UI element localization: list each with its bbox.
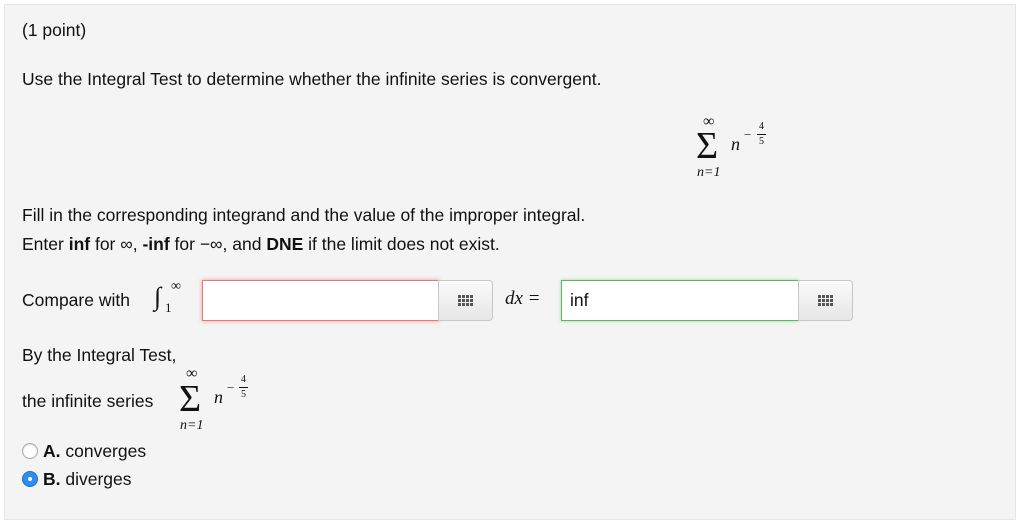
by-test-label: By the Integral Test, xyxy=(22,345,177,365)
series-term-base: n xyxy=(214,387,223,407)
points-label: (1 point) xyxy=(22,20,87,40)
series-lower-limit: n=1 xyxy=(180,418,204,433)
radio-converges[interactable] xyxy=(22,443,38,459)
grid-icon xyxy=(818,295,833,306)
fill-instruction: Fill in the corresponding integrand and … xyxy=(22,205,586,225)
sigma-symbol: Σ xyxy=(179,378,202,420)
enter-instruction: Enter inf for ∞, -inf for −∞, and DNE if… xyxy=(22,234,500,254)
instruction-text: Use the Integral Test to determine wheth… xyxy=(22,69,602,89)
series-exp-num: 4 xyxy=(759,121,764,132)
sigma-symbol: Σ xyxy=(696,125,719,167)
value-palette-button[interactable] xyxy=(798,280,853,321)
series-exp-sign: − xyxy=(744,127,752,142)
integrand-palette-button[interactable] xyxy=(438,280,493,321)
compare-label: Compare with xyxy=(22,290,130,310)
integral-lower-limit: 1 xyxy=(165,300,172,315)
option-diverges[interactable]: B. diverges xyxy=(43,469,132,490)
series-exp-den: 5 xyxy=(241,389,246,400)
series-exp-den: 5 xyxy=(759,136,764,147)
series-label: the infinite series xyxy=(22,391,154,411)
dx-equals-label: dx = xyxy=(505,288,541,309)
series-term-base: n xyxy=(731,134,740,154)
radio-diverges[interactable] xyxy=(22,471,38,487)
integrand-input[interactable] xyxy=(202,280,439,321)
integral-upper-limit: ∞ xyxy=(171,279,181,294)
option-converges[interactable]: A. converges xyxy=(43,441,146,462)
series-lower-limit: n=1 xyxy=(697,165,721,180)
series-exp-num: 4 xyxy=(241,374,246,385)
integral-value-input[interactable] xyxy=(561,280,799,321)
grid-icon xyxy=(458,295,473,306)
series-exp-sign: − xyxy=(227,380,235,395)
integral-sign: ∫ xyxy=(154,282,162,311)
series-exp-bar xyxy=(757,134,766,135)
series-exp-bar xyxy=(239,387,248,388)
